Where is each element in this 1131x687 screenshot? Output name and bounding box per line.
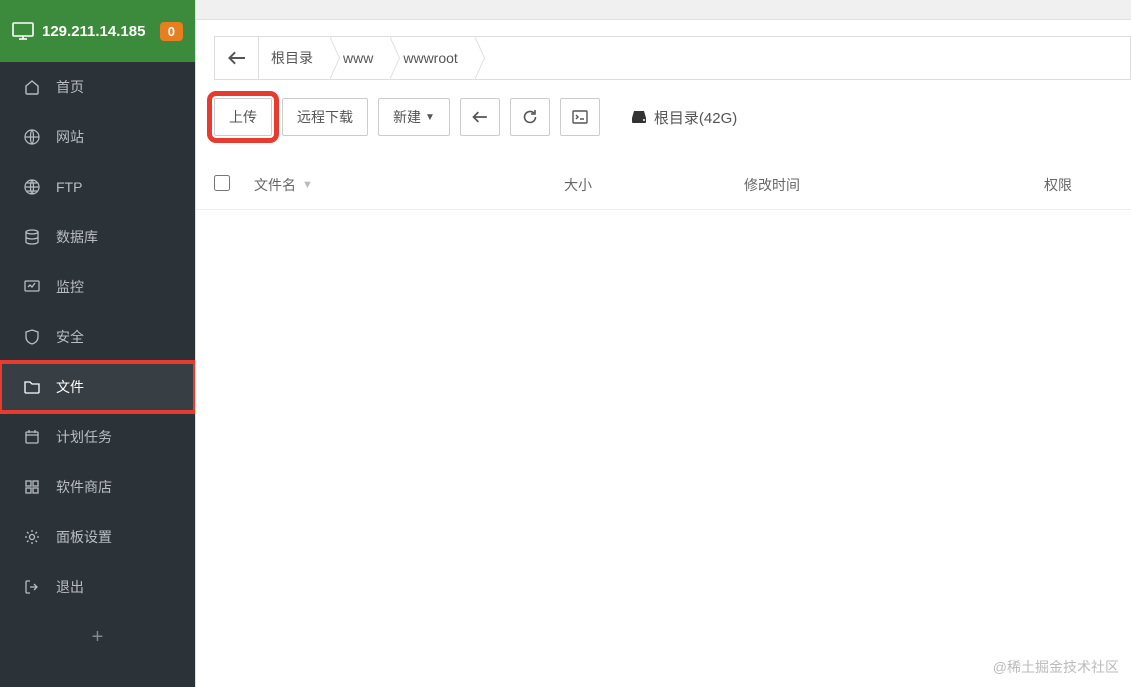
terminal-button[interactable]: [560, 98, 600, 136]
column-header-perm[interactable]: 权限: [1044, 175, 1113, 195]
database-icon: [22, 229, 42, 245]
ftp-icon: [22, 179, 42, 195]
monitor-icon: [12, 22, 34, 40]
notification-badge[interactable]: 0: [160, 22, 183, 41]
sidebar-item-label: 退出: [56, 577, 84, 597]
sidebar-item-label: 监控: [56, 277, 84, 297]
home-icon: [22, 79, 42, 95]
sort-icon: ▼: [302, 179, 313, 191]
sidebar-item-folder[interactable]: 文件: [0, 362, 195, 412]
column-header-size[interactable]: 大小: [564, 175, 744, 195]
sidebar-item-label: 面板设置: [56, 527, 112, 547]
breadcrumb-item[interactable]: 根目录: [259, 37, 331, 79]
upload-button[interactable]: 上传: [214, 98, 272, 136]
sidebar-item-apps[interactable]: 软件商店: [0, 462, 195, 512]
calendar-icon: [22, 429, 42, 445]
refresh-button[interactable]: [510, 98, 550, 136]
globe-icon: [22, 129, 42, 145]
sidebar-item-monitor[interactable]: 监控: [0, 262, 195, 312]
sidebar-item-calendar[interactable]: 计划任务: [0, 412, 195, 462]
sidebar-item-home[interactable]: 首页: [0, 62, 195, 112]
breadcrumb-item[interactable]: www: [331, 37, 391, 79]
sidebar-item-label: 安全: [56, 327, 84, 347]
sidebar-item-label: 首页: [56, 77, 84, 97]
new-button[interactable]: 新建 ▼: [378, 98, 450, 136]
watermark: @稀土掘金技术社区: [993, 657, 1119, 677]
select-all-checkbox[interactable]: [214, 175, 230, 191]
sidebar-item-shield[interactable]: 安全: [0, 312, 195, 362]
history-back-button[interactable]: [460, 98, 500, 136]
sidebar-item-label: FTP: [56, 179, 82, 195]
folder-icon: [22, 379, 42, 395]
back-button[interactable]: [215, 37, 259, 79]
disk-info: 根目录(42G): [630, 107, 737, 128]
column-header-mtime[interactable]: 修改时间: [744, 175, 1044, 195]
shield-icon: [22, 329, 42, 345]
column-name-label: 文件名: [254, 175, 296, 195]
add-menu-button[interactable]: +: [0, 612, 195, 662]
breadcrumb: 根目录wwwwwwroot: [214, 36, 1131, 80]
select-all-column: [214, 175, 254, 194]
sidebar-item-logout[interactable]: 退出: [0, 562, 195, 612]
sidebar-item-globe[interactable]: 网站: [0, 112, 195, 162]
sidebar-item-label: 文件: [56, 377, 84, 397]
logout-icon: [22, 579, 42, 595]
toolbar: 上传 远程下载 新建 ▼ 根目录(42G): [214, 98, 1131, 136]
remote-download-button[interactable]: 远程下载: [282, 98, 368, 136]
sidebar-item-gear[interactable]: 面板设置: [0, 512, 195, 562]
gear-icon: [22, 529, 42, 545]
top-gap: [196, 0, 1131, 20]
sidebar-item-label: 计划任务: [56, 427, 112, 447]
sidebar-item-label: 软件商店: [56, 477, 112, 497]
table-header: 文件名 ▼ 大小 修改时间 权限: [196, 160, 1131, 210]
server-ip: 129.211.14.185: [42, 23, 160, 40]
sidebar: 129.211.14.185 0 首页网站 FTP 数据库监控安全文件计划任务软件商…: [0, 0, 195, 687]
caret-down-icon: ▼: [425, 112, 435, 123]
sidebar-header: 129.211.14.185 0: [0, 0, 195, 62]
disk-label: 根目录(42G): [654, 107, 737, 128]
breadcrumb-item[interactable]: wwwroot: [391, 37, 475, 79]
main-content: 根目录wwwwwwroot 上传 远程下载 新建 ▼ 根目录(42G) 文件名 ▼: [195, 0, 1131, 687]
column-header-name[interactable]: 文件名 ▼: [254, 175, 564, 195]
sidebar-item-label: 网站: [56, 127, 84, 147]
sidebar-item-database[interactable]: 数据库: [0, 212, 195, 262]
new-button-label: 新建: [393, 107, 421, 127]
sidebar-item-ftp[interactable]: FTP: [0, 162, 195, 212]
monitor-icon: [22, 279, 42, 295]
apps-icon: [22, 479, 42, 495]
hdd-icon: [630, 110, 648, 124]
sidebar-item-label: 数据库: [56, 227, 98, 247]
